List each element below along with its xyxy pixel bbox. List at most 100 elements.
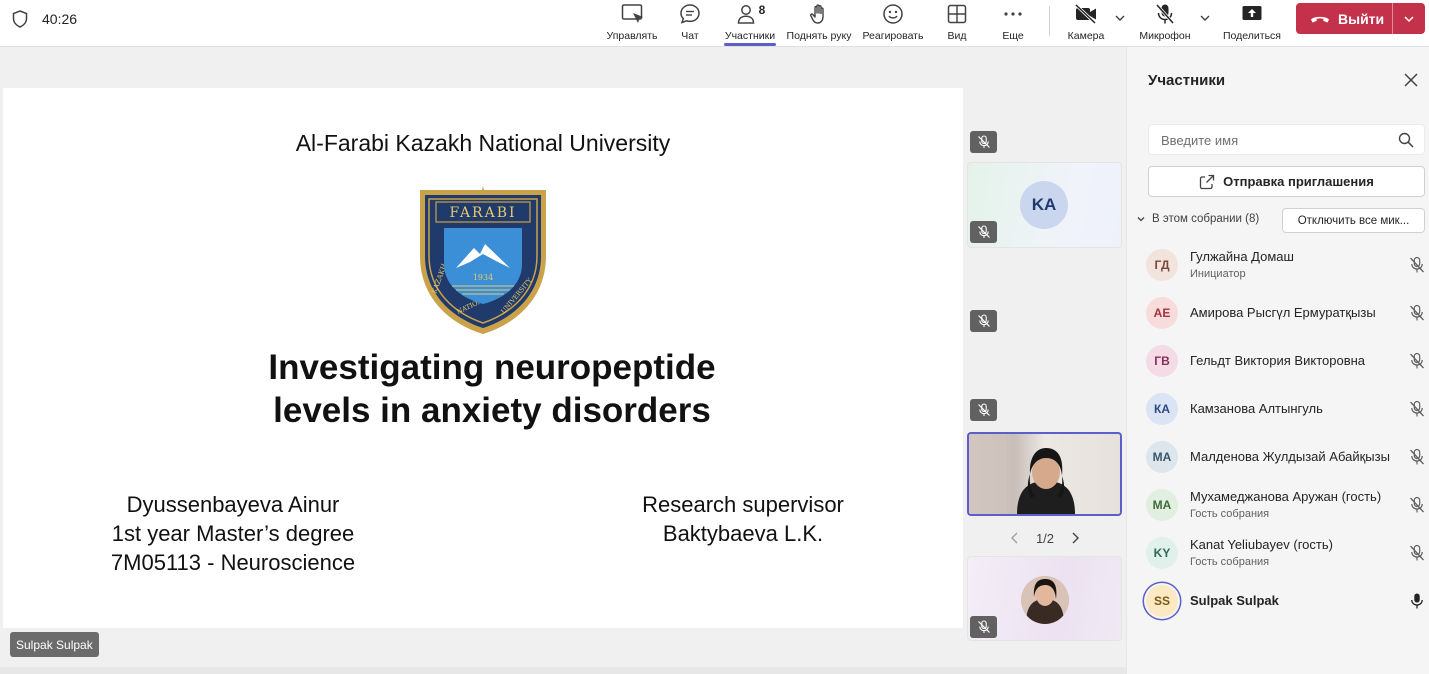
mic-off-icon bbox=[1155, 4, 1175, 24]
camera-options-chevron-icon[interactable] bbox=[1114, 12, 1126, 24]
mic-options-chevron-icon[interactable] bbox=[1199, 12, 1211, 24]
meeting-toolbar: 40:26 Управлять Чат 8 Участники Поднять … bbox=[0, 0, 1429, 47]
phone-hangup-icon bbox=[1311, 16, 1329, 22]
more-dots-icon bbox=[1004, 12, 1022, 16]
mic-button[interactable]: Микрофон bbox=[1136, 0, 1194, 47]
chat-icon bbox=[680, 4, 700, 24]
timer-text: 40:26 bbox=[42, 11, 78, 27]
bottom-strip bbox=[0, 667, 1126, 674]
leave-button[interactable]: Выйти bbox=[1296, 3, 1425, 34]
participant-role: Гость собрания bbox=[1190, 556, 1270, 568]
leave-label: Выйти bbox=[1338, 10, 1385, 27]
chat-button[interactable]: Чат bbox=[670, 0, 710, 47]
author-program: 7M05113 - Neuroscience bbox=[110, 550, 356, 575]
mic-off-icon bbox=[977, 225, 990, 238]
participant-role: Гость собрания bbox=[1190, 508, 1270, 520]
chevron-right-icon[interactable] bbox=[1070, 532, 1080, 544]
participants-button[interactable]: 8 Участники bbox=[721, 0, 779, 47]
slide-title-line-1: Investigating neuropeptide bbox=[268, 348, 716, 387]
avatar: KA bbox=[1020, 181, 1068, 229]
logo-year: 1934 bbox=[473, 273, 493, 282]
list-item[interactable]: МА Малденова Жулдызай Абайқызы bbox=[1127, 433, 1429, 481]
mic-off-icon bbox=[977, 403, 990, 416]
close-icon[interactable] bbox=[1402, 71, 1420, 89]
avatar: SS bbox=[1146, 585, 1178, 617]
search-icon[interactable] bbox=[1398, 132, 1414, 148]
list-item[interactable]: ГВ Гельдт Виктория Викторовна bbox=[1127, 337, 1429, 385]
participants-count-badge: 8 bbox=[758, 3, 766, 17]
avatar: ГВ bbox=[1146, 345, 1178, 377]
mic-off-icon bbox=[1410, 352, 1424, 369]
participant-name: Гулжайна Домаш bbox=[1190, 249, 1294, 264]
share-button[interactable]: Поделиться bbox=[1220, 0, 1284, 47]
panel-title: Участники bbox=[1148, 72, 1226, 89]
list-item[interactable]: KY Kanat Yeliubayev (гость) Гость собран… bbox=[1127, 529, 1429, 577]
control-button[interactable]: Управлять bbox=[603, 0, 661, 47]
list-item[interactable]: АЕ Амирова Рысгүл Ермуратқызы bbox=[1127, 289, 1429, 337]
meeting-timer: 40:26 bbox=[12, 10, 77, 28]
gallery-mute-badge bbox=[970, 131, 997, 153]
university-logo: FARABI KAZAKH NATIONAL UNIVERSITY 1934 bbox=[420, 186, 546, 334]
mic-off-icon bbox=[1410, 400, 1424, 417]
avatar: МА bbox=[1146, 489, 1178, 521]
slide-title-line-2: levels in anxiety disorders bbox=[273, 391, 711, 430]
participant-video-tile[interactable] bbox=[967, 432, 1122, 516]
view-button[interactable]: Вид bbox=[938, 0, 976, 47]
mic-off-icon bbox=[1410, 496, 1424, 513]
participant-name: Амирова Рысгүл Ермуратқызы bbox=[1190, 305, 1376, 320]
raise-hand-button[interactable]: Поднять руку bbox=[784, 0, 854, 47]
avatar: АЕ bbox=[1146, 297, 1178, 329]
author-degree: 1st year Master’s degree bbox=[111, 521, 355, 546]
mute-all-button[interactable]: Отключить все мик... bbox=[1282, 208, 1425, 233]
search-input[interactable] bbox=[1161, 131, 1381, 149]
slide-author-block: Dyussenbayeva Ainur 1st year Master’s de… bbox=[73, 490, 393, 577]
list-item[interactable]: ГД Гулжайна Домаш Инициатор bbox=[1127, 241, 1429, 289]
share-invite-button[interactable]: Отправка приглашения bbox=[1148, 166, 1425, 197]
logo-top-text: FARABI bbox=[449, 205, 516, 221]
presenter-name-tag: Sulpak Sulpak bbox=[10, 632, 99, 657]
mic-off-icon bbox=[1410, 544, 1424, 561]
slide-title: Investigating neuropeptide levels in anx… bbox=[3, 346, 981, 432]
react-button[interactable]: Реагировать bbox=[858, 0, 928, 47]
list-item[interactable]: МА Мухамеджанова Аружан (гость) Гость со… bbox=[1127, 481, 1429, 529]
camera-button[interactable]: Камера bbox=[1064, 0, 1108, 47]
more-button[interactable]: Еще bbox=[994, 0, 1032, 47]
leave-options[interactable] bbox=[1393, 3, 1425, 34]
participant-name: Sulpak Sulpak bbox=[1190, 593, 1279, 608]
participant-name: Гельдт Виктория Викторовна bbox=[1190, 353, 1366, 368]
mic-on-icon bbox=[1411, 593, 1423, 609]
mic-off-icon bbox=[1410, 304, 1424, 321]
avatar: МА bbox=[1146, 441, 1178, 473]
avatar: КА bbox=[1146, 393, 1178, 425]
participant-search bbox=[1148, 124, 1425, 155]
section-header[interactable]: В этом собрании (8) bbox=[1136, 213, 1259, 225]
supervisor-label: Research supervisor bbox=[642, 492, 844, 517]
share-screen-icon bbox=[1242, 6, 1262, 20]
participant-list: ГД Гулжайна Домаш Инициатор АЕ Амирова Р… bbox=[1127, 241, 1429, 625]
list-item[interactable]: КА Камзанова Алтынгуль bbox=[1127, 385, 1429, 433]
participant-video bbox=[969, 434, 1075, 514]
pager-text: 1/2 bbox=[1035, 530, 1055, 546]
participant-name: Камзанова Алтынгуль bbox=[1190, 401, 1323, 416]
chevron-down-icon bbox=[1137, 217, 1145, 222]
gallery-mute-badge bbox=[970, 221, 997, 243]
list-item-self[interactable]: SS Sulpak Sulpak bbox=[1127, 577, 1429, 625]
section-label: В этом собрании (8) bbox=[1152, 213, 1260, 225]
leave-main[interactable]: Выйти bbox=[1296, 3, 1392, 34]
gallery-mute-badge bbox=[970, 310, 997, 332]
avatar: KY bbox=[1146, 537, 1178, 569]
participant-name: Kanat Yeliubayev (гость) bbox=[1190, 537, 1333, 552]
share-tray-icon bbox=[621, 4, 643, 23]
chevron-left-icon[interactable] bbox=[1010, 532, 1020, 544]
slide-supervisor-block: Research supervisor Baktybaeva L.K. bbox=[593, 490, 893, 548]
participant-name: Малденова Жулдызай Абайқызы bbox=[1190, 449, 1390, 464]
shield-icon bbox=[12, 10, 28, 28]
share-arrow-icon bbox=[1199, 174, 1215, 189]
gallery-mute-badge bbox=[970, 399, 997, 421]
author-name: Dyussenbayeva Ainur bbox=[126, 492, 340, 517]
mic-off-icon bbox=[1410, 256, 1424, 273]
participant-name: Мухамеджанова Аружан (гость) bbox=[1190, 489, 1382, 504]
grid-view-icon bbox=[947, 4, 967, 24]
mic-off-icon bbox=[977, 135, 990, 148]
mic-off-icon bbox=[977, 620, 990, 633]
